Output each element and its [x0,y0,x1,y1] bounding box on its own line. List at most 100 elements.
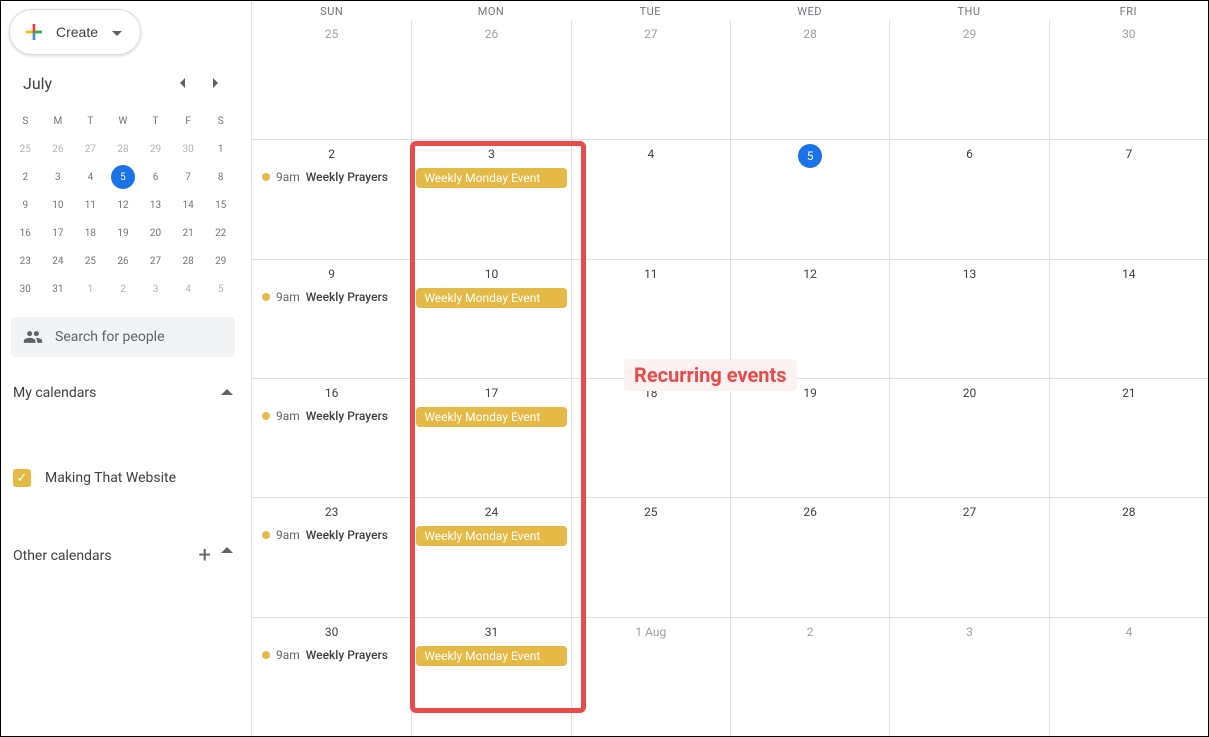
mini-day-cell[interactable]: 1 [204,135,237,163]
mini-day-cell[interactable]: 3 [42,163,75,191]
day-cell[interactable]: 28 [1049,497,1208,616]
calendar-checkbox[interactable] [13,469,31,487]
mini-day-cell[interactable]: 16 [9,219,42,247]
mini-day-cell[interactable]: 8 [204,163,237,191]
mini-day-cell[interactable]: 29 [204,247,237,275]
mini-day-cell[interactable]: 10 [42,191,75,219]
mini-day-cell[interactable]: 1 [74,275,107,303]
mini-day-cell[interactable]: 4 [74,163,107,191]
day-cell[interactable]: 99amWeekly Prayers [252,259,411,378]
day-cell[interactable]: 239amWeekly Prayers [252,497,411,616]
mini-day-cell[interactable]: 25 [74,247,107,275]
mini-day-cell[interactable]: 28 [172,247,205,275]
mini-day-cell[interactable]: 28 [107,135,140,163]
day-cell[interactable]: 4 [1049,617,1208,736]
day-cell[interactable]: 309amWeekly Prayers [252,617,411,736]
mini-day-cell[interactable]: 9 [9,191,42,219]
day-cell[interactable]: 5 [730,139,889,258]
other-calendars-header[interactable]: Other calendars + [9,529,237,574]
day-cell[interactable]: 21 [1049,378,1208,497]
day-cell[interactable]: 27 [889,497,1048,616]
mini-day-cell[interactable]: 6 [139,163,172,191]
create-button[interactable]: Create [9,9,141,55]
mini-day-cell[interactable]: 13 [139,191,172,219]
mini-day-cell[interactable]: 12 [107,191,140,219]
day-cell[interactable]: 19 [730,378,889,497]
mini-day-cell[interactable]: 2 [9,163,42,191]
mini-day-cell[interactable]: 3 [139,275,172,303]
event-weekly-prayers[interactable]: 9amWeekly Prayers [256,288,407,306]
day-cell[interactable]: 25 [252,20,411,139]
event-weekly-prayers[interactable]: 9amWeekly Prayers [256,526,407,544]
mini-day-cell[interactable]: 7 [172,163,205,191]
mini-day-cell[interactable]: 25 [9,135,42,163]
mini-calendar[interactable]: SMTWTFS252627282930123456789101112131415… [9,107,237,303]
day-cell[interactable]: 17Weekly Monday Event [411,378,570,497]
mini-day-cell[interactable]: 20 [139,219,172,247]
day-cell[interactable]: 1 Aug [571,617,730,736]
day-cell[interactable]: 20 [889,378,1048,497]
mini-prev-button[interactable] [169,69,197,97]
mini-day-cell[interactable]: 11 [74,191,107,219]
day-cell[interactable]: 2 [730,617,889,736]
day-cell[interactable]: 13 [889,259,1048,378]
mini-day-cell[interactable]: 31 [42,275,75,303]
day-cell[interactable]: 18 [571,378,730,497]
day-cell[interactable]: 27 [571,20,730,139]
day-cell[interactable]: 6 [889,139,1048,258]
weekday-header: TUE [571,1,730,20]
mini-day-cell[interactable]: 17 [42,219,75,247]
calendar-item[interactable]: Making That Website [9,463,237,493]
day-cell[interactable]: 29amWeekly Prayers [252,139,411,258]
day-cell[interactable]: 3 [889,617,1048,736]
mini-next-button[interactable] [201,69,229,97]
mini-day-cell[interactable]: 5 [204,275,237,303]
day-cell[interactable]: 14 [1049,259,1208,378]
day-cell[interactable]: 26 [730,497,889,616]
day-cell[interactable]: 28 [730,20,889,139]
day-cell[interactable]: 31Weekly Monday Event [411,617,570,736]
mini-day-cell[interactable]: 15 [204,191,237,219]
day-cell[interactable]: 3Weekly Monday Event [411,139,570,258]
day-cell[interactable]: 12 [730,259,889,378]
event-weekly-prayers[interactable]: 9amWeekly Prayers [256,407,407,425]
mini-day-cell[interactable]: 14 [172,191,205,219]
mini-day-cell[interactable]: 26 [42,135,75,163]
day-cell[interactable]: 10Weekly Monday Event [411,259,570,378]
day-cell[interactable]: 11 [571,259,730,378]
mini-day-cell[interactable]: 29 [139,135,172,163]
event-weekly-monday[interactable]: Weekly Monday Event [416,407,566,427]
mini-day-cell[interactable]: 30 [9,275,42,303]
mini-cal-header: July [9,63,237,99]
day-cell[interactable]: 26 [411,20,570,139]
event-weekly-monday[interactable]: Weekly Monday Event [416,526,566,546]
event-weekly-prayers[interactable]: 9amWeekly Prayers [256,168,407,186]
mini-day-cell[interactable]: 4 [172,275,205,303]
event-weekly-monday[interactable]: Weekly Monday Event [416,168,566,188]
add-calendar-button[interactable]: + [199,543,211,568]
mini-day-cell[interactable]: 5 [107,163,140,191]
mini-day-cell[interactable]: 24 [42,247,75,275]
mini-day-cell[interactable]: 26 [107,247,140,275]
day-cell[interactable]: 169amWeekly Prayers [252,378,411,497]
day-cell[interactable]: 29 [889,20,1048,139]
day-cell[interactable]: 24Weekly Monday Event [411,497,570,616]
event-weekly-prayers[interactable]: 9amWeekly Prayers [256,646,407,664]
day-cell[interactable]: 4 [571,139,730,258]
mini-day-cell[interactable]: 2 [107,275,140,303]
day-cell[interactable]: 30 [1049,20,1208,139]
mini-day-cell[interactable]: 30 [172,135,205,163]
mini-day-cell[interactable]: 18 [74,219,107,247]
search-people-input[interactable]: Search for people [11,317,235,357]
my-calendars-header[interactable]: My calendars [9,371,237,407]
day-cell[interactable]: 7 [1049,139,1208,258]
mini-day-cell[interactable]: 27 [74,135,107,163]
mini-day-cell[interactable]: 22 [204,219,237,247]
mini-day-cell[interactable]: 23 [9,247,42,275]
mini-day-cell[interactable]: 27 [139,247,172,275]
mini-day-cell[interactable]: 21 [172,219,205,247]
event-weekly-monday[interactable]: Weekly Monday Event [416,646,566,666]
day-cell[interactable]: 25 [571,497,730,616]
mini-day-cell[interactable]: 19 [107,219,140,247]
event-weekly-monday[interactable]: Weekly Monday Event [416,288,566,308]
